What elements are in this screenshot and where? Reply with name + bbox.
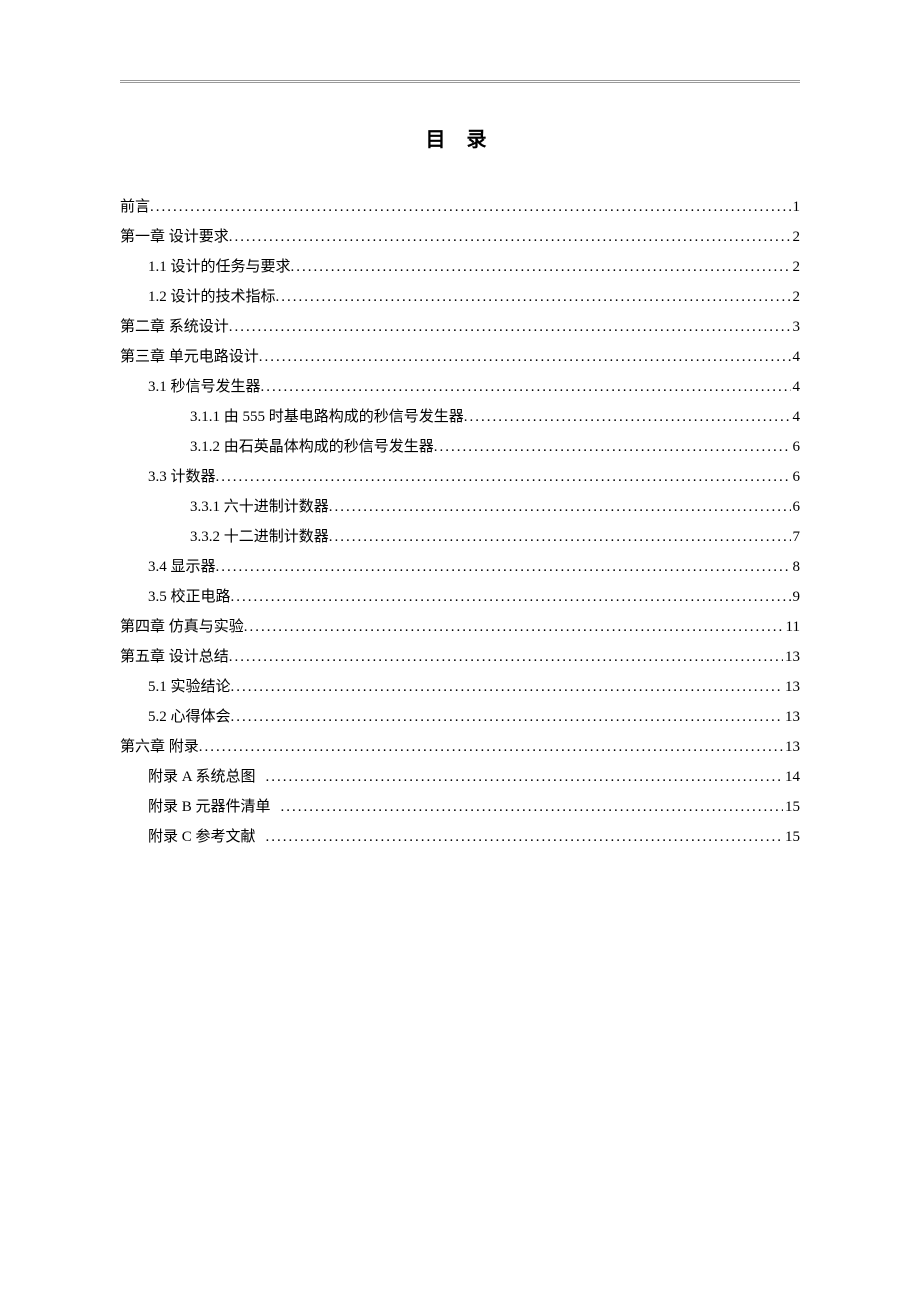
toc-label: 3.1.2 由石英晶体构成的秒信号发生器	[190, 432, 434, 462]
toc-dots	[276, 282, 791, 312]
toc-dots	[231, 582, 791, 612]
toc-entry: 5.1 实验结论 13	[120, 672, 800, 702]
toc-dots	[281, 792, 783, 822]
toc-entry: 第二章 系统设计 3	[120, 312, 800, 342]
toc-page: 2	[791, 282, 801, 312]
toc-entry: 第三章 单元电路设计 4	[120, 342, 800, 372]
toc-label: 第四章 仿真与实验	[120, 612, 244, 642]
toc-entry: 3.5 校正电路 9	[120, 582, 800, 612]
toc-dots	[231, 702, 783, 732]
toc-page: 9	[791, 582, 801, 612]
toc-page: 13	[783, 642, 800, 672]
toc-page: 1	[791, 192, 801, 222]
toc-label: 前言	[120, 192, 150, 222]
toc-page: 4	[791, 372, 801, 402]
toc-page: 8	[791, 552, 801, 582]
toc-dots	[229, 222, 791, 252]
toc-entry: 第四章 仿真与实验 11	[120, 612, 800, 642]
toc-entry: 3.1 秒信号发生器 4	[120, 372, 800, 402]
toc-dots	[266, 762, 783, 792]
toc-page: 4	[791, 342, 801, 372]
toc-entry: 第五章 设计总结 13	[120, 642, 800, 672]
toc-dots	[291, 252, 791, 282]
toc-dots	[199, 732, 783, 762]
toc-entry: 附录 A 系统总图 14	[120, 762, 800, 792]
toc-entry: 3.1.2 由石英晶体构成的秒信号发生器 6	[120, 432, 800, 462]
toc-dots	[244, 612, 784, 642]
toc-label: 第六章 附录	[120, 732, 199, 762]
toc-page: 4	[791, 402, 801, 432]
toc-page: 7	[791, 522, 801, 552]
toc-entry: 附录 C 参考文献 15	[120, 822, 800, 852]
toc-label: 第一章 设计要求	[120, 222, 229, 252]
toc-entry: 第一章 设计要求 2	[120, 222, 800, 252]
toc-entry: 3.1.1 由 555 时基电路构成的秒信号发生器 4	[120, 402, 800, 432]
toc-label: 3.3 计数器	[148, 462, 216, 492]
toc-label: 3.5 校正电路	[148, 582, 231, 612]
toc-dots	[329, 492, 791, 522]
toc-page: 13	[783, 702, 800, 732]
toc-label: 5.1 实验结论	[148, 672, 231, 702]
toc-dots	[329, 522, 791, 552]
toc-label: 3.1.1 由 555 时基电路构成的秒信号发生器	[190, 402, 464, 432]
toc-label: 附录 C 参考文献	[148, 822, 256, 852]
toc-dots	[464, 402, 791, 432]
toc-entry: 5.2 心得体会 13	[120, 702, 800, 732]
toc-title: 目 录	[120, 123, 800, 152]
toc-entry: 前言 1	[120, 192, 800, 222]
toc-page: 11	[784, 612, 800, 642]
toc-page: 2	[791, 252, 801, 282]
toc-page: 2	[791, 222, 801, 252]
toc-dots	[266, 822, 783, 852]
toc-entry: 3.3.1 六十进制计数器 6	[120, 492, 800, 522]
toc-page: 14	[783, 762, 800, 792]
toc-page: 13	[783, 672, 800, 702]
toc-label: 3.3.1 六十进制计数器	[190, 492, 329, 522]
toc-page: 6	[791, 432, 801, 462]
toc-entry: 第六章 附录 13	[120, 732, 800, 762]
toc-entry: 3.3 计数器 6	[120, 462, 800, 492]
toc-dots	[229, 312, 791, 342]
toc-page: 6	[791, 492, 801, 522]
toc-entry: 1.1 设计的任务与要求 2	[120, 252, 800, 282]
toc-dots	[231, 672, 783, 702]
toc-dots	[229, 642, 783, 672]
toc-dots	[434, 432, 791, 462]
toc-label: 3.1 秒信号发生器	[148, 372, 261, 402]
toc-label: 5.2 心得体会	[148, 702, 231, 732]
toc-page: 6	[791, 462, 801, 492]
toc-label: 3.3.2 十二进制计数器	[190, 522, 329, 552]
toc-label: 第三章 单元电路设计	[120, 342, 259, 372]
toc-label: 附录 B 元器件清单	[148, 792, 271, 822]
toc-dots	[259, 342, 791, 372]
toc-label: 3.4 显示器	[148, 552, 216, 582]
toc-label: 第二章 系统设计	[120, 312, 229, 342]
toc-entry: 附录 B 元器件清单 15	[120, 792, 800, 822]
toc-page: 15	[783, 822, 800, 852]
toc-page: 15	[783, 792, 800, 822]
toc-entry: 3.3.2 十二进制计数器 7	[120, 522, 800, 552]
toc-label: 附录 A 系统总图	[148, 762, 256, 792]
header-rule	[120, 80, 800, 83]
toc-dots	[150, 192, 790, 222]
toc-label: 1.2 设计的技术指标	[148, 282, 276, 312]
toc-dots	[216, 552, 791, 582]
toc-entry: 1.2 设计的技术指标 2	[120, 282, 800, 312]
toc-entry: 3.4 显示器 8	[120, 552, 800, 582]
toc-label: 1.1 设计的任务与要求	[148, 252, 291, 282]
toc-container: 前言 1 第一章 设计要求 2 1.1 设计的任务与要求 2 1.2 设计的技术…	[120, 192, 800, 852]
toc-page: 3	[791, 312, 801, 342]
toc-dots	[261, 372, 791, 402]
toc-dots	[216, 462, 791, 492]
toc-page: 13	[783, 732, 800, 762]
toc-label: 第五章 设计总结	[120, 642, 229, 672]
